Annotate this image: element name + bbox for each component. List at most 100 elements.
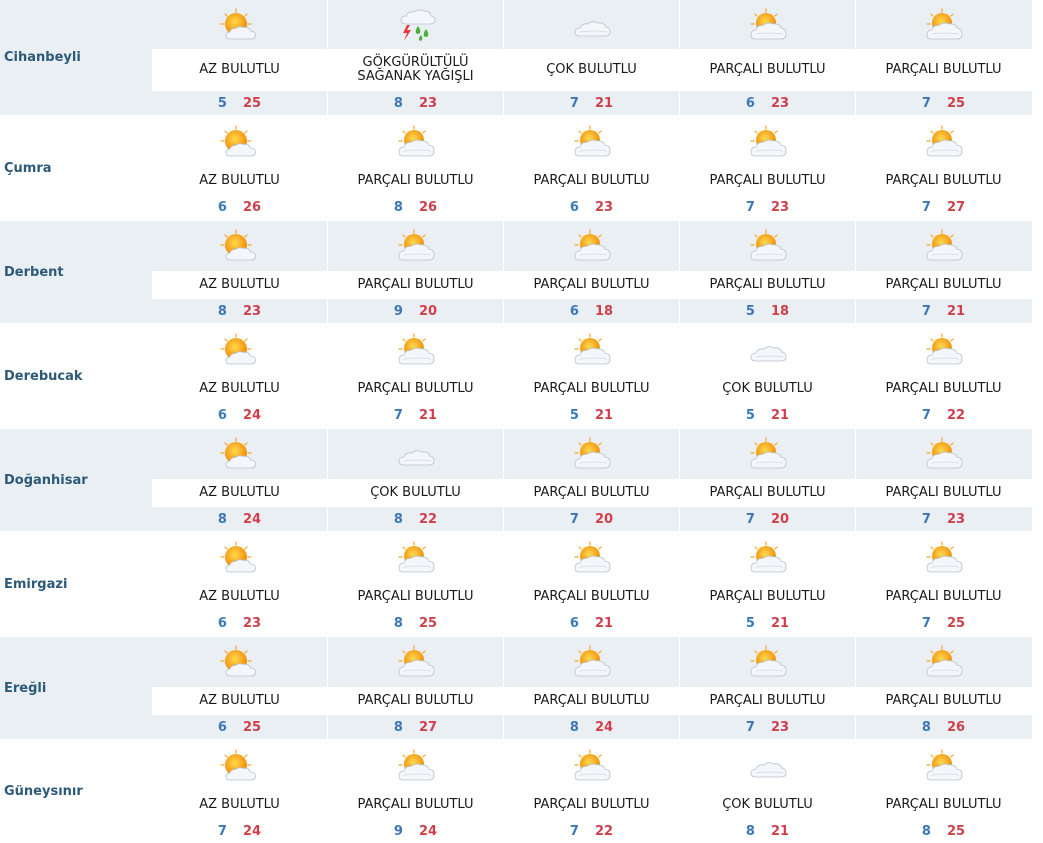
city-row: Çumra AZ BULUTLU 6 26 PARÇALI BULUTLU 8 26 PARÇ…: [0, 117, 1032, 221]
min-temperature: 9: [393, 303, 403, 319]
city-name[interactable]: Ereğli: [0, 637, 152, 739]
min-temperature: 6: [569, 615, 579, 631]
min-temperature: 7: [921, 511, 931, 527]
sun-cloud-icon: [152, 117, 327, 167]
max-temperature: 18: [594, 303, 614, 319]
weather-description: PARÇALI BULUTLU: [357, 173, 474, 188]
weather-description-cell: PARÇALI BULUTLU: [856, 583, 1031, 611]
partly-cloudy-icon: [856, 325, 1031, 375]
city-name[interactable]: Derebucak: [0, 325, 152, 427]
city-row: Doğanhisar AZ BULUTLU 8 24 ÇOK BULUTLU 8 22 PAR…: [0, 429, 1032, 533]
weather-description: PARÇALI BULUTLU: [357, 381, 474, 396]
weather-description: PARÇALI BULUTLU: [885, 381, 1002, 396]
min-temperature: 6: [217, 719, 227, 735]
temperature-cell: 8 22: [328, 507, 503, 531]
max-temperature: 22: [946, 407, 966, 423]
partly-cloudy-icon: [856, 533, 1031, 583]
weather-description-cell: AZ BULUTLU: [152, 271, 327, 299]
min-temperature: 7: [921, 199, 931, 215]
min-temperature: 7: [921, 407, 931, 423]
partly-cloudy-icon: [856, 429, 1031, 479]
min-temperature: 8: [393, 511, 403, 527]
sun-cloud-icon: [152, 429, 327, 479]
weather-description-cell: PARÇALI BULUTLU: [680, 167, 855, 195]
partly-cloudy-icon: [680, 221, 855, 271]
city-name[interactable]: Güneysınır: [0, 741, 152, 841]
weather-description: PARÇALI BULUTLU: [885, 173, 1002, 188]
city-name[interactable]: Cihanbeyli: [0, 0, 152, 115]
sun-cloud-icon: [152, 221, 327, 271]
weather-description-cell: PARÇALI BULUTLU: [328, 167, 503, 195]
temperature-cell: 7 21: [504, 91, 679, 115]
max-temperature: 26: [946, 719, 966, 735]
weather-description: AZ BULUTLU: [199, 173, 280, 188]
weather-description: ÇOK BULUTLU: [370, 485, 461, 500]
weather-description: ÇOK BULUTLU: [722, 797, 813, 812]
weather-description: PARÇALI BULUTLU: [533, 589, 650, 604]
max-temperature: 25: [242, 95, 262, 111]
temperature-cell: 7 24: [152, 819, 327, 843]
weather-description-cell: PARÇALI BULUTLU: [856, 479, 1031, 507]
min-temperature: 6: [569, 303, 579, 319]
weather-description: PARÇALI BULUTLU: [709, 693, 826, 708]
partly-cloudy-icon: [328, 325, 503, 375]
partly-cloudy-icon: [680, 117, 855, 167]
weather-description-cell: AZ BULUTLU: [152, 479, 327, 507]
min-temperature: 8: [393, 615, 403, 631]
max-temperature: 21: [418, 407, 438, 423]
max-temperature: 21: [770, 407, 790, 423]
min-temperature: 5: [217, 95, 227, 111]
weather-description-cell: PARÇALI BULUTLU: [504, 479, 679, 507]
partly-cloudy-icon: [504, 325, 679, 375]
weather-description: PARÇALI BULUTLU: [357, 693, 474, 708]
partly-cloudy-icon: [504, 741, 679, 791]
max-temperature: 24: [594, 719, 614, 735]
max-temperature: 23: [770, 199, 790, 215]
partly-cloudy-icon: [856, 221, 1031, 271]
temperature-cell: 6 24: [152, 403, 327, 427]
city-name[interactable]: Çumra: [0, 117, 152, 219]
temperature-cell: 9 24: [328, 819, 503, 843]
city-row: Cihanbeyli AZ BULUTLU 5 25 GÖKGÜRÜLTÜLÜ SAĞA…: [0, 0, 1032, 117]
max-temperature: 24: [242, 823, 262, 839]
weather-description-cell: PARÇALI BULUTLU: [504, 583, 679, 611]
min-temperature: 8: [217, 303, 227, 319]
max-temperature: 21: [594, 95, 614, 111]
temperature-cell: 8 24: [504, 715, 679, 739]
weather-description-cell: PARÇALI BULUTLU: [504, 271, 679, 299]
max-temperature: 22: [418, 511, 438, 527]
temperature-cell: 8 21: [680, 819, 855, 843]
min-temperature: 5: [569, 407, 579, 423]
weather-description: AZ BULUTLU: [199, 589, 280, 604]
weather-description-cell: ÇOK BULUTLU: [328, 479, 503, 507]
weather-description: AZ BULUTLU: [199, 381, 280, 396]
weather-description-cell: PARÇALI BULUTLU: [328, 375, 503, 403]
temperature-cell: 5 18: [680, 299, 855, 323]
weather-description: PARÇALI BULUTLU: [357, 797, 474, 812]
city-name[interactable]: Doğanhisar: [0, 429, 152, 531]
cloud-icon: [680, 741, 855, 791]
max-temperature: 23: [242, 303, 262, 319]
city-name[interactable]: Emirgazi: [0, 533, 152, 635]
partly-cloudy-icon: [680, 429, 855, 479]
partly-cloudy-icon: [856, 117, 1031, 167]
partly-cloudy-icon: [504, 117, 679, 167]
max-temperature: 24: [418, 823, 438, 839]
temperature-cell: 7 25: [856, 91, 1031, 115]
temperature-cell: 6 23: [504, 195, 679, 219]
weather-description: AZ BULUTLU: [199, 277, 280, 292]
city-name[interactable]: Derbent: [0, 221, 152, 323]
max-temperature: 21: [770, 823, 790, 839]
temperature-cell: 8 24: [152, 507, 327, 531]
sun-cloud-icon: [152, 637, 327, 687]
min-temperature: 7: [745, 199, 755, 215]
min-temperature: 8: [393, 199, 403, 215]
cloud-icon: [328, 429, 503, 479]
max-temperature: 21: [770, 615, 790, 631]
weather-description-cell: PARÇALI BULUTLU: [504, 167, 679, 195]
temperature-cell: 7 23: [856, 507, 1031, 531]
max-temperature: 25: [418, 615, 438, 631]
city-row: Derbent AZ BULUTLU 8 23 PARÇALI BULUTLU 9 20 PA…: [0, 221, 1032, 325]
weather-description-cell: PARÇALI BULUTLU: [504, 375, 679, 403]
temperature-cell: 5 21: [504, 403, 679, 427]
